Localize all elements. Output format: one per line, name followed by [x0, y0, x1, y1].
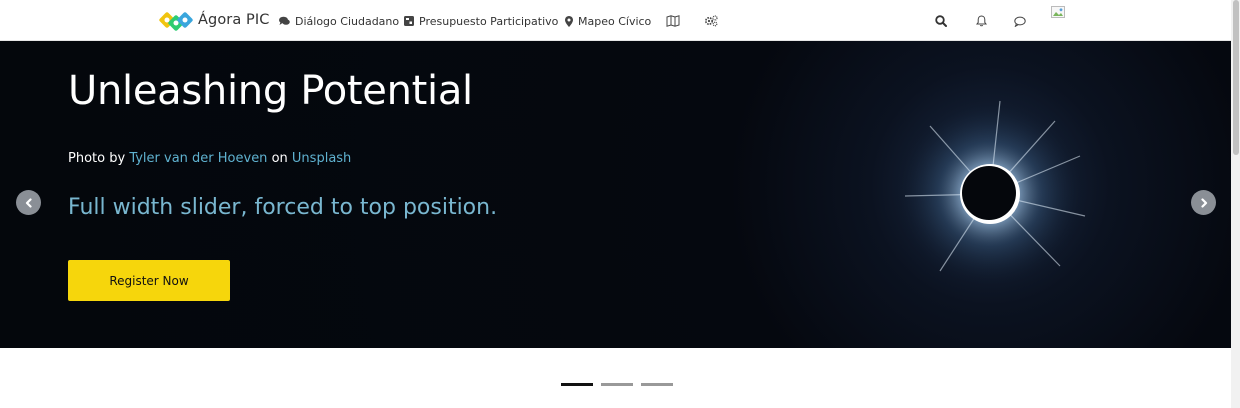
brand-name: Ágora PIC: [198, 12, 270, 28]
credit-author-link[interactable]: Tyler van der Hoeven: [129, 151, 267, 166]
slider-indicators: [561, 383, 673, 386]
slide-indicator-2[interactable]: [601, 383, 633, 386]
scrollbar-thumb[interactable]: [1233, 0, 1239, 155]
gears-icon[interactable]: [702, 12, 720, 30]
slider-prev-button[interactable]: [16, 190, 41, 215]
credit-prefix: Photo by: [68, 151, 126, 166]
nav-item-label: Presupuesto Participativo: [419, 14, 559, 28]
comment-icon[interactable]: [1011, 12, 1029, 30]
hero-title: Unleashing Potential: [68, 68, 473, 114]
slider-next-button[interactable]: [1191, 190, 1216, 215]
agora-logo-icon: [159, 12, 193, 31]
credit-site-link[interactable]: Unsplash: [292, 151, 351, 166]
credit-middle: on: [271, 151, 288, 166]
photo-credit: Photo by Tyler van der Hoeven on Unsplas…: [68, 151, 351, 166]
chevron-left-icon: [25, 197, 32, 208]
top-navbar: Ágora PIC Diálogo Ciudadano Presupuesto …: [0, 0, 1231, 41]
nav-item-label: Diálogo Ciudadano: [295, 14, 400, 28]
brand[interactable]: Ágora PIC: [159, 8, 270, 32]
search-icon[interactable]: [932, 12, 950, 30]
slide-indicator-3[interactable]: [641, 383, 673, 386]
map-icon[interactable]: [664, 12, 682, 30]
hero-slider: Unleashing Potential Photo by Tyler van …: [0, 41, 1231, 348]
chat-bubbles-icon: [279, 16, 290, 26]
nav-item-mapeo-civico[interactable]: Mapeo Cívico: [565, 13, 651, 29]
budget-icon: [404, 16, 414, 26]
chevron-right-icon: [1200, 197, 1207, 208]
nav-item-presupuesto-participativo[interactable]: Presupuesto Participativo: [404, 13, 558, 29]
nav-item-dialogo-ciudadano[interactable]: Diálogo Ciudadano: [279, 13, 399, 29]
nav-item-label: Mapeo Cívico: [578, 14, 652, 28]
bell-icon[interactable]: [972, 12, 990, 30]
eclipse-photo: [895, 99, 1086, 289]
avatar[interactable]: [1051, 6, 1067, 22]
register-now-button[interactable]: Register Now: [68, 260, 230, 301]
map-pin-icon: [565, 15, 573, 27]
hero-subtitle: Full width slider, forced to top positio…: [68, 195, 498, 220]
slide-indicator-1[interactable]: [561, 383, 593, 386]
